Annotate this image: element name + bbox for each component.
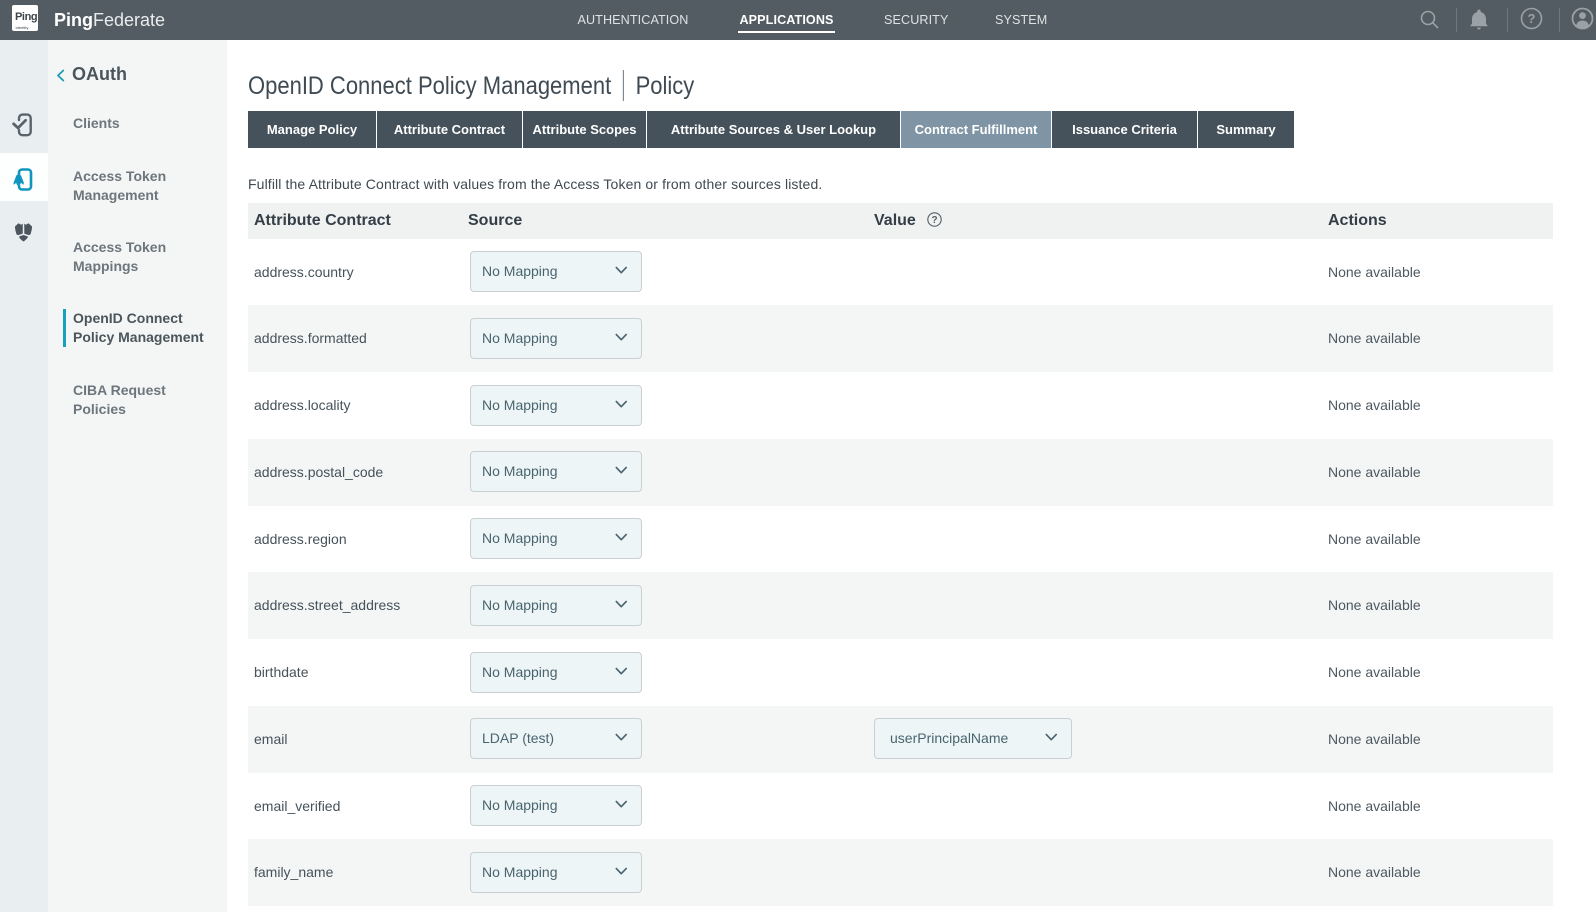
svg-text:?: ? [1528, 11, 1536, 26]
svg-text:?: ? [932, 215, 938, 226]
